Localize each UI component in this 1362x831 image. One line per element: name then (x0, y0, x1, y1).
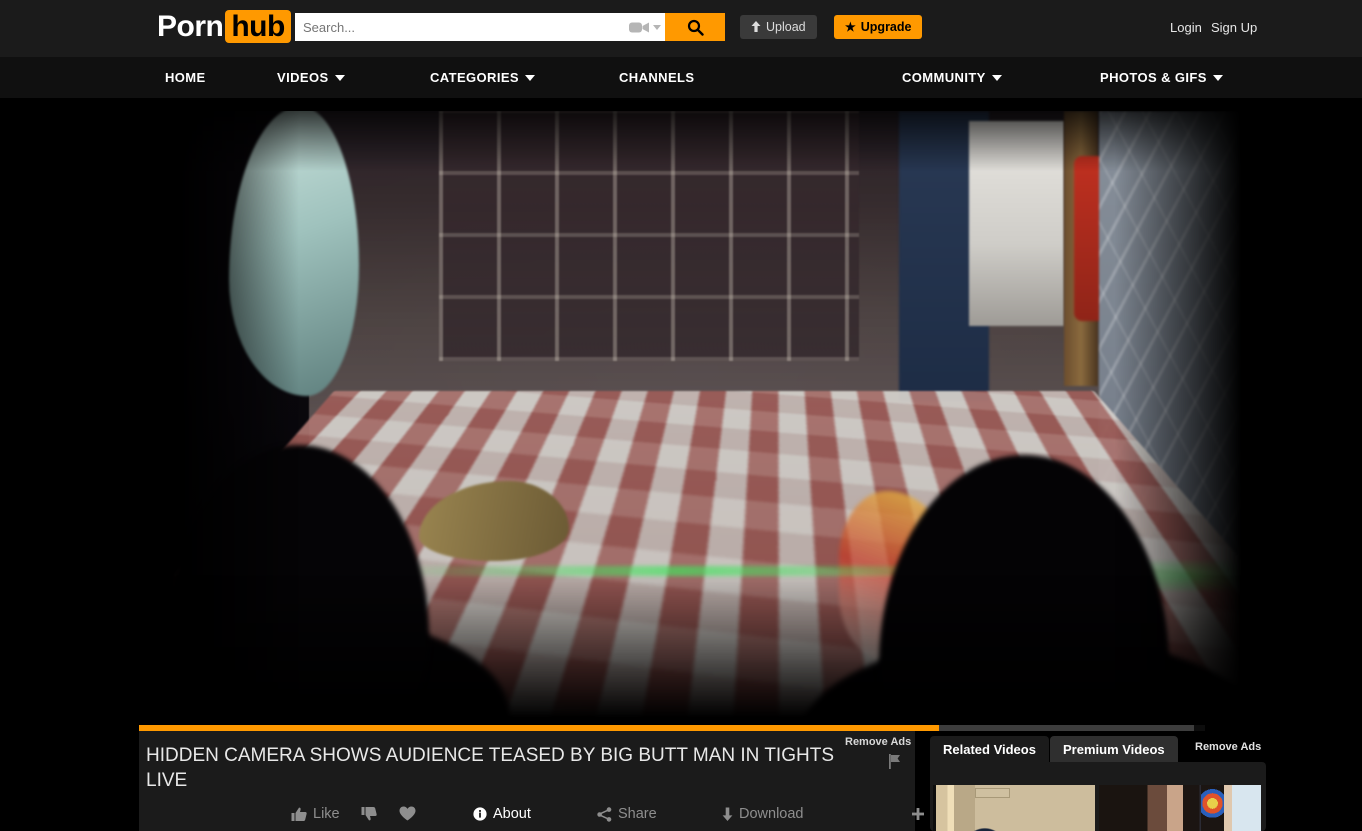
login-link[interactable]: Login (1170, 20, 1202, 35)
chevron-down-icon (1213, 75, 1223, 81)
chevron-down-icon (335, 75, 345, 81)
video-camera-icon (629, 20, 651, 35)
heart-icon (399, 806, 416, 821)
tab-label: Premium Videos (1063, 742, 1165, 757)
flag-icon[interactable] (888, 754, 902, 774)
chevron-down-icon (653, 25, 661, 30)
star-icon: ★ (845, 21, 856, 33)
remove-ads-link-player[interactable]: Remove Ads (845, 736, 911, 748)
video-info-panel: HIDDEN CAMERA SHOWS AUDIENCE TEASED BY B… (139, 731, 915, 831)
site-logo[interactable]: Pornhub (157, 10, 291, 44)
info-circle-icon (473, 807, 487, 821)
download-arrow-icon (722, 807, 733, 821)
chevron-down-icon (525, 75, 535, 81)
video-action-bar: Like About (139, 806, 915, 831)
nav-item-label: PHOTOS & GIFS (1100, 70, 1207, 85)
related-videos-panel (930, 762, 1266, 831)
dislike-button[interactable] (361, 806, 383, 821)
tab-premium-videos[interactable]: Premium Videos (1050, 736, 1178, 762)
vignette-bottom (139, 575, 1255, 725)
related-videos-sidebar: Related Videos Premium Videos Remove Ads (930, 736, 1266, 831)
video-player[interactable] (139, 111, 1255, 725)
about-tab-label: About (493, 806, 531, 822)
nav-item-label: CATEGORIES (430, 70, 519, 85)
logo-text-porn: Porn (157, 10, 223, 43)
search-button[interactable] (665, 13, 725, 41)
favorite-button[interactable] (399, 806, 422, 821)
search-type-selector[interactable] (625, 13, 665, 41)
nav-item-videos[interactable]: VIDEOS (277, 57, 345, 98)
nav-item-channels[interactable]: CHANNELS (619, 57, 694, 98)
related-videos-thumbnail-list (933, 785, 1261, 831)
related-video-thumbnail-1[interactable] (933, 785, 1095, 831)
main-navigation: HOME VIDEOS CATEGORIES CHANNELS COMMUNIT… (0, 57, 1362, 98)
signup-link[interactable]: Sign Up (1211, 20, 1257, 35)
search-input[interactable] (295, 14, 625, 40)
site-header: Pornhub Upload ★ Upgrade Login Sign Up (0, 0, 1362, 57)
like-button-label: Like (313, 806, 340, 822)
like-button[interactable]: Like (291, 806, 340, 822)
video-frame (139, 111, 1255, 725)
video-title: HIDDEN CAMERA SHOWS AUDIENCE TEASED BY B… (146, 743, 846, 793)
nav-item-home[interactable]: HOME (165, 57, 206, 98)
tab-related-videos[interactable]: Related Videos (930, 736, 1049, 762)
plus-icon (911, 807, 925, 821)
nav-item-label: CHANNELS (619, 70, 694, 85)
nav-item-photos-gifs[interactable]: PHOTOS & GIFS (1100, 57, 1223, 98)
related-video-thumbnail-2[interactable] (1099, 785, 1261, 831)
download-button-label: Download (739, 806, 804, 822)
nav-item-label: COMMUNITY (902, 70, 986, 85)
upload-button-label: Upload (766, 20, 806, 34)
download-button[interactable]: Download (722, 806, 804, 822)
upload-button[interactable]: Upload (740, 15, 817, 39)
thumbs-down-icon (361, 806, 377, 821)
nav-item-label: HOME (165, 70, 206, 85)
nav-item-label: VIDEOS (277, 70, 329, 85)
thumbs-up-icon (291, 807, 307, 822)
upload-arrow-icon (751, 21, 761, 33)
magnifier-icon (687, 19, 704, 36)
share-icon (597, 807, 612, 822)
nav-item-community[interactable]: COMMUNITY (902, 57, 1002, 98)
remove-ads-link-sidebar[interactable]: Remove Ads (1195, 741, 1261, 753)
logo-text-hub: hub (225, 10, 290, 43)
nav-item-categories[interactable]: CATEGORIES (430, 57, 535, 98)
share-button[interactable]: Share (597, 806, 657, 822)
about-tab[interactable]: About (473, 806, 531, 822)
vignette-top (139, 111, 1255, 171)
upgrade-button[interactable]: ★ Upgrade (834, 15, 922, 39)
chevron-down-icon (992, 75, 1002, 81)
share-button-label: Share (618, 806, 657, 822)
search-bar (295, 13, 725, 41)
upgrade-button-label: Upgrade (861, 20, 912, 34)
tab-label: Related Videos (943, 742, 1036, 757)
